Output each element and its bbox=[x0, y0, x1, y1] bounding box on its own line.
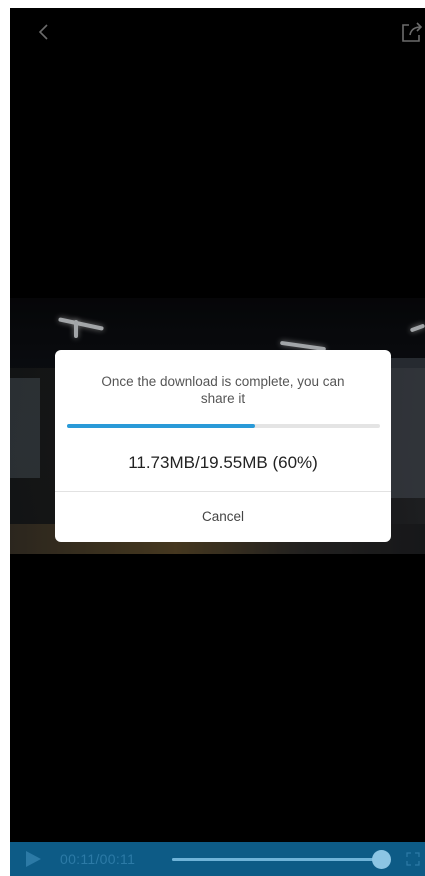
play-button[interactable] bbox=[24, 850, 42, 868]
fullscreen-button[interactable] bbox=[406, 852, 420, 866]
play-icon bbox=[26, 851, 41, 867]
chevron-left-icon bbox=[38, 24, 48, 40]
video-player-screen: Once the download is complete, you can s… bbox=[10, 8, 425, 876]
share-icon bbox=[402, 22, 423, 42]
dialog-message: Once the download is complete, you can s… bbox=[101, 374, 345, 406]
seek-thumb[interactable] bbox=[372, 850, 391, 869]
playback-time: 00:11/00:11 bbox=[60, 851, 136, 867]
download-progress-fill bbox=[67, 424, 255, 428]
seek-bar-fill bbox=[172, 858, 382, 861]
player-control-bar: 00:11/00:11 bbox=[10, 842, 425, 876]
fullscreen-icon bbox=[406, 852, 420, 866]
download-dialog: Once the download is complete, you can s… bbox=[55, 350, 391, 542]
share-button[interactable] bbox=[399, 20, 425, 44]
seek-bar[interactable] bbox=[172, 850, 391, 869]
back-button[interactable] bbox=[32, 20, 56, 44]
download-progress-bar bbox=[67, 424, 380, 428]
download-progress-text: 11.73MB/19.55MB (60%) bbox=[128, 453, 318, 472]
cancel-button[interactable]: Cancel bbox=[55, 492, 391, 542]
